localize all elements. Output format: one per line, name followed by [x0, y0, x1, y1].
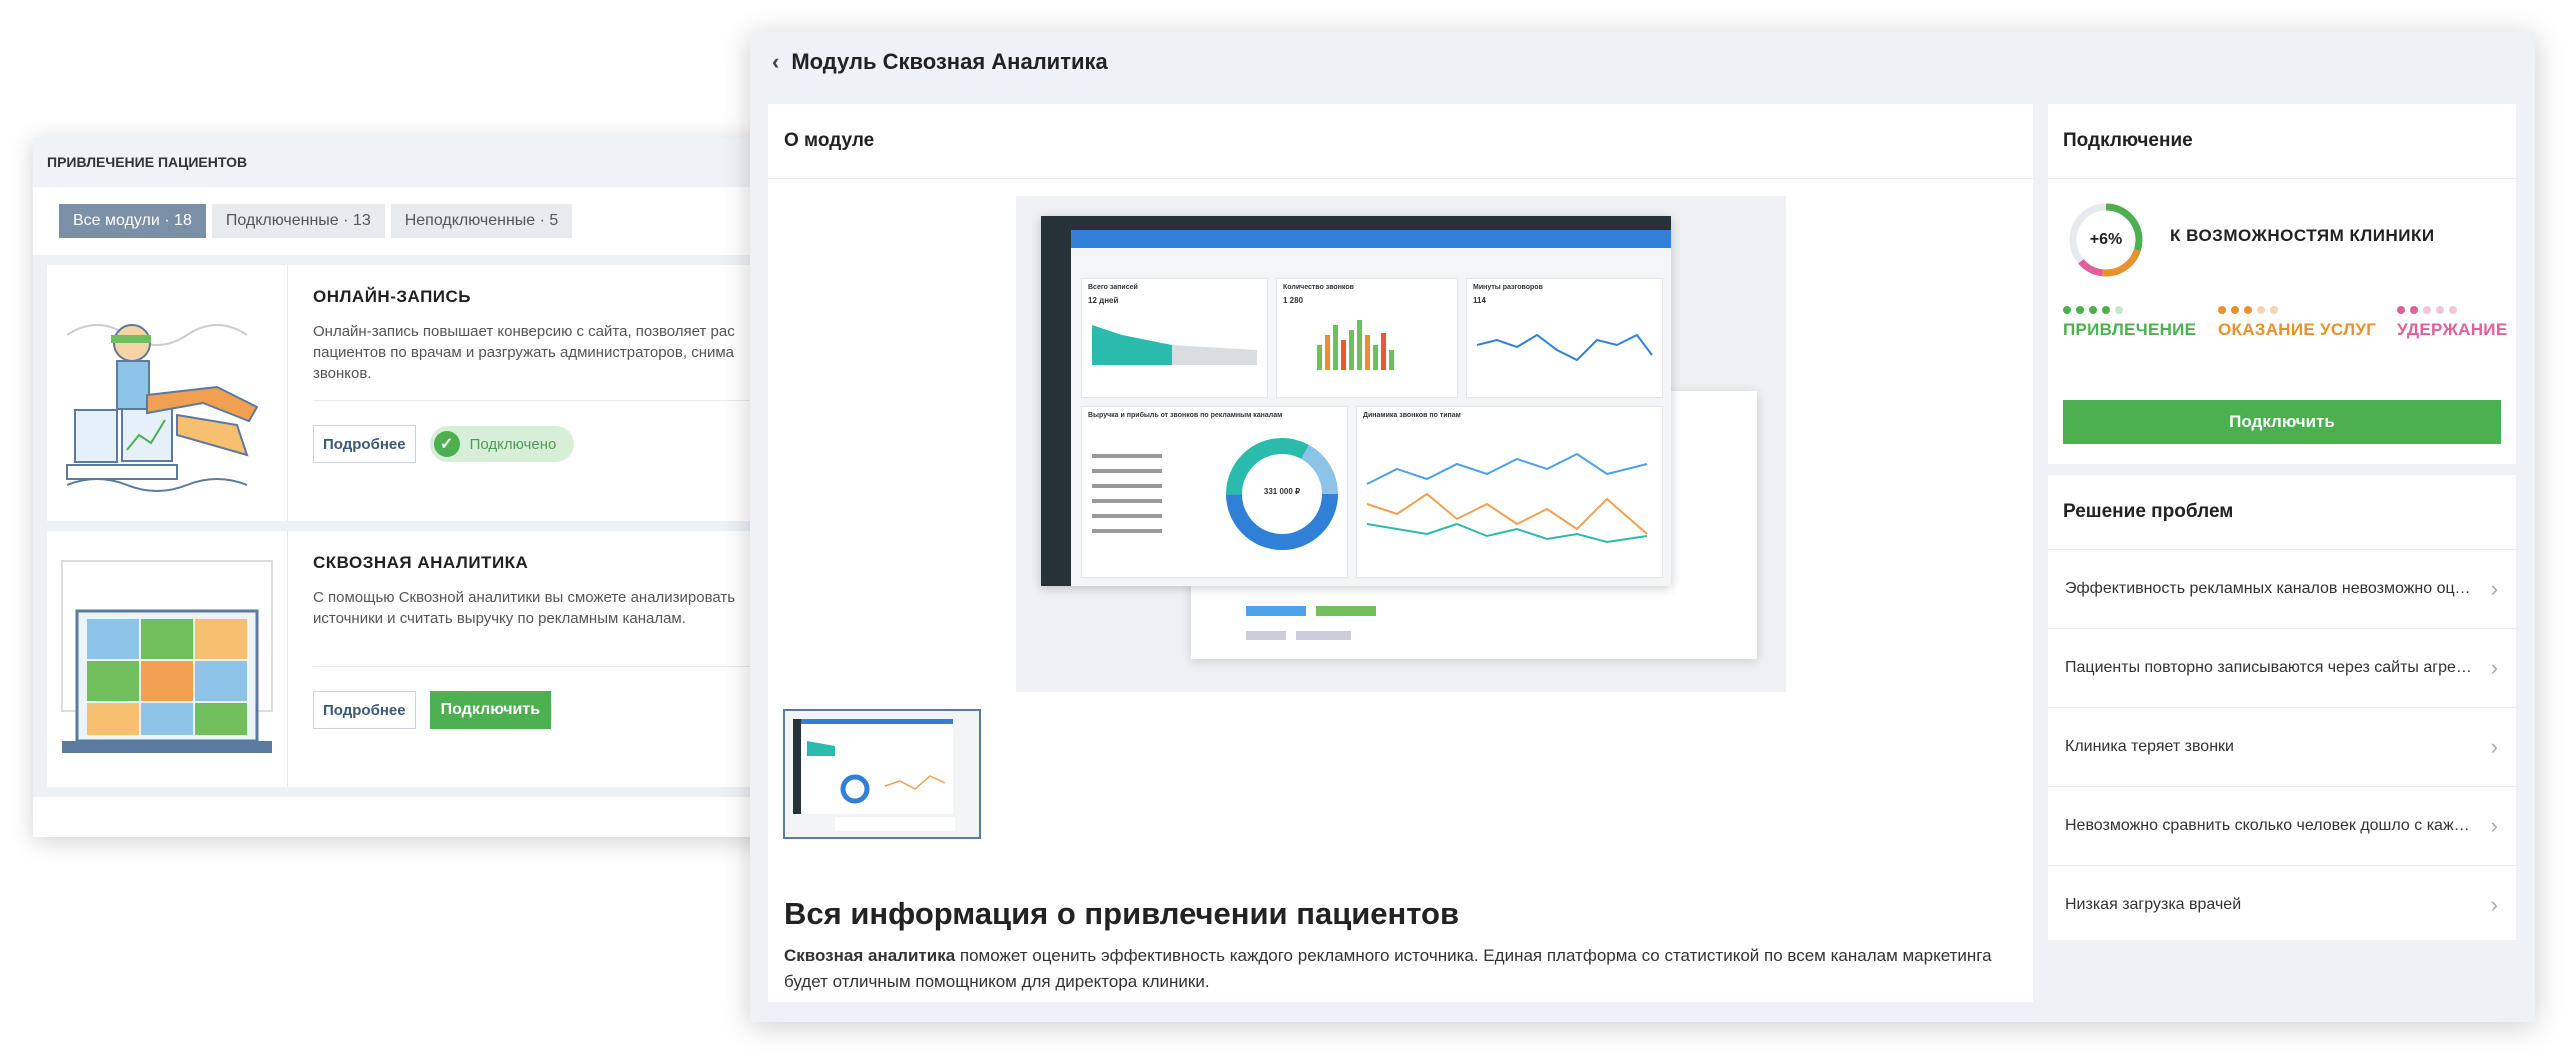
connected-badge: ✓ Подключено	[429, 426, 575, 462]
filter-connected[interactable]: Подключенные · 13	[211, 204, 385, 238]
connected-label: Подключено	[469, 435, 557, 453]
card-dynamics-title: Динамика звонков по типам	[1363, 412, 1461, 419]
stat-calls: 1 280	[1283, 296, 1304, 305]
problem-label: Низкая загрузка врачей	[2065, 896, 2242, 913]
stat-minutes: 114	[1473, 296, 1486, 305]
metric-label: УДЕРЖАНИЕ	[2397, 320, 2508, 339]
connect-button[interactable]: Подключить	[429, 691, 552, 729]
screenshot-preview[interactable]: Всего записей 12 дней Количество звонков…	[1016, 196, 1786, 692]
info-body: поможет оценить эффективность каждого ре…	[784, 946, 1992, 991]
chevron-right-icon: ›	[2490, 655, 2498, 680]
problems-title: Решение проблем	[2048, 475, 2516, 550]
connection-title: Подключение	[2048, 104, 2516, 179]
problem-item[interactable]: Клиника теряет звонки ›	[2048, 708, 2516, 787]
card-minutes-title: Минуты разговоров	[1473, 284, 1543, 291]
dashboard-mock: Всего записей 12 дней Количество звонков…	[1041, 216, 1671, 586]
more-button[interactable]: Подробнее	[313, 691, 416, 729]
metric-retention: УДЕРЖАНИЕ	[2397, 306, 2507, 340]
more-button[interactable]: Подробнее	[313, 425, 416, 463]
problem-label: Пациенты повторно записываются через сай…	[2065, 659, 2475, 676]
modules-list-panel: ПРИВЛЕЧЕНИЕ ПАЦИЕНТОВ Все модули · 18 По…	[33, 137, 793, 837]
filter-all[interactable]: Все модули · 18	[59, 204, 206, 238]
gauge-value: +6%	[2089, 231, 2123, 248]
gauge-caption: К ВОЗМОЖНОСТЯМ КЛИНИКИ	[2170, 226, 2435, 245]
metric-label: ПРИВЛЕЧЕНИЕ	[2063, 320, 2197, 339]
problem-item[interactable]: Невозможно сравнить сколько человек дошл…	[2048, 787, 2516, 866]
services-dots	[2218, 306, 2376, 314]
problem-label: Невозможно сравнить сколько человек дошл…	[2065, 817, 2475, 834]
module-card-analytics: СКВОЗНАЯ АНАЛИТИКА С помощью Сквозной ан…	[33, 531, 793, 797]
about-title: О модуле	[768, 104, 2033, 179]
connect-button[interactable]: Подключить	[2063, 400, 2501, 444]
info-bold: Сквозная аналитика	[784, 946, 956, 965]
chevron-right-icon: ›	[2490, 576, 2498, 601]
about-section: О модуле Всего записей 12 дней Количеств…	[768, 104, 2033, 1002]
card-bookings-title: Всего записей	[1088, 284, 1138, 291]
back-chevron-icon[interactable]: ‹	[772, 49, 779, 75]
info-text: Сквозная аналитика поможет оценить эффек…	[784, 943, 2014, 995]
online-booking-illustration	[47, 265, 288, 521]
module-description: С помощью Сквозной аналитики вы сможете …	[313, 587, 793, 667]
chevron-right-icon: ›	[2490, 813, 2498, 838]
metric-label: ОКАЗАНИЕ УСЛУГ	[2218, 320, 2377, 339]
card-revenue-title: Выручка и прибыль от звонков по рекламны…	[1088, 412, 1283, 419]
problems-card: Решение проблем Эффективность рекламных …	[2048, 475, 2516, 940]
problem-item[interactable]: Пациенты повторно записываются через сай…	[2048, 629, 2516, 708]
attraction-dots	[2063, 306, 2196, 314]
page-title: Модуль Сквозная Аналитика	[791, 49, 1108, 74]
check-icon: ✓	[433, 431, 460, 457]
screenshot-thumbnail[interactable]	[783, 709, 981, 839]
connection-card: Подключение +6% К ВОЗМОЖНОСТЯМ КЛИНИКИ П…	[2048, 104, 2516, 464]
module-card-online-booking: ОНЛАЙН-ЗАПИСЬ Онлайн-запись повышает кон…	[33, 265, 793, 531]
filter-not-connected[interactable]: Неподключенные · 5	[390, 204, 573, 238]
problem-label: Эффективность рекламных каналов невозмож…	[2065, 580, 2475, 597]
analytics-illustration	[47, 531, 288, 787]
stat-days: 12 дней	[1088, 296, 1119, 305]
donut-value: 331 000 ₽	[1263, 487, 1301, 496]
chevron-right-icon: ›	[2490, 734, 2498, 759]
module-detail-panel: ‹ Модуль Сквозная Аналитика О модуле Все…	[750, 32, 2535, 1022]
module-title: ОНЛАЙН-ЗАПИСЬ	[313, 287, 471, 306]
chevron-right-icon: ›	[2490, 892, 2498, 917]
retention-dots	[2397, 306, 2507, 314]
info-title: Вся информация о привлечении пациентов	[784, 896, 1460, 931]
filter-bar: Все модули · 18 Подключенные · 13 Неподк…	[33, 187, 793, 265]
section-title: ПРИВЛЕЧЕНИЕ ПАЦИЕНТОВ	[33, 137, 793, 187]
module-title: СКВОЗНАЯ АНАЛИТИКА	[313, 553, 529, 572]
problem-item[interactable]: Эффективность рекламных каналов невозмож…	[2048, 550, 2516, 629]
metric-attraction: ПРИВЛЕЧЕНИЕ	[2063, 306, 2196, 340]
problem-label: Клиника теряет звонки	[2065, 738, 2234, 755]
module-description: Онлайн-запись повышает конверсию с сайта…	[313, 321, 793, 401]
metric-services: ОКАЗАНИЕ УСЛУГ	[2218, 306, 2376, 340]
card-calls-title: Количество звонков	[1283, 284, 1354, 291]
problem-item[interactable]: Низкая загрузка врачей ›	[2048, 866, 2516, 944]
